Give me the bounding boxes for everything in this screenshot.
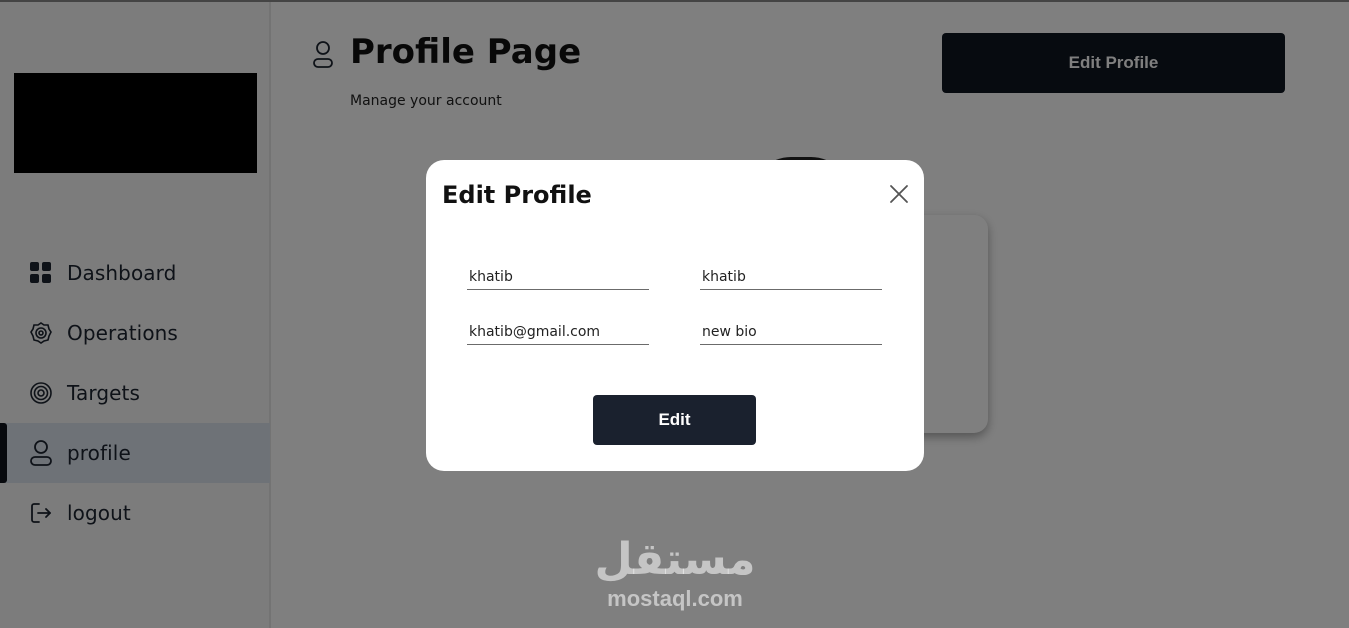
- bio-field[interactable]: [700, 319, 882, 345]
- last-name-field[interactable]: [700, 264, 882, 290]
- top-border: [0, 0, 1349, 2]
- edit-submit-button[interactable]: Edit: [593, 395, 756, 445]
- first-name-field[interactable]: [467, 264, 649, 290]
- close-icon[interactable]: [887, 182, 911, 206]
- watermark: مستقل mostaql.com: [590, 536, 760, 612]
- email-field[interactable]: [467, 319, 649, 345]
- edit-profile-modal: Edit Profile Edit: [426, 160, 924, 471]
- watermark-arabic: مستقل: [594, 534, 756, 585]
- modal-title: Edit Profile: [442, 181, 592, 209]
- watermark-latin: mostaql.com: [607, 586, 743, 611]
